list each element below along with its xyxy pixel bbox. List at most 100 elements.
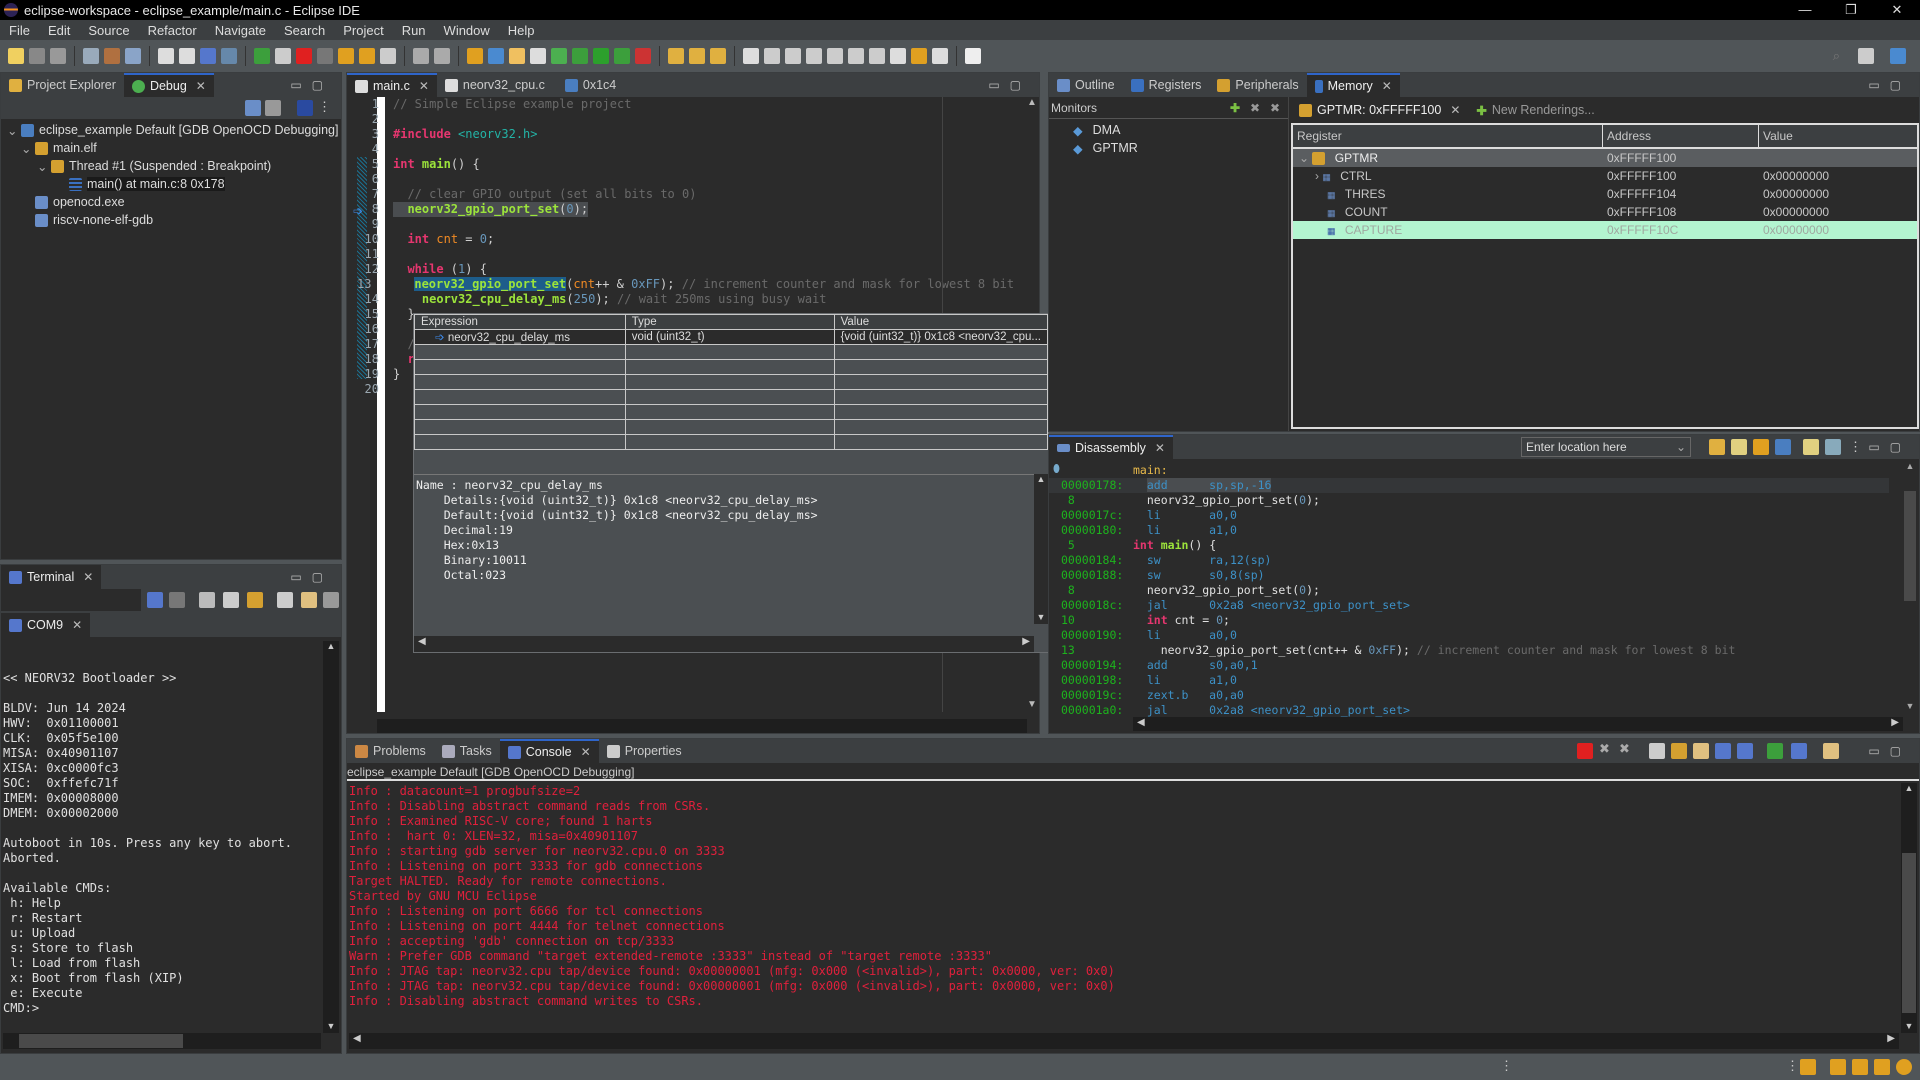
code-line[interactable]: 11	[357, 247, 917, 262]
monitor-item-dma[interactable]: ◆ DMA	[1049, 121, 1288, 139]
disassembly-vscrollbar[interactable]: ▲ ▼	[1903, 461, 1917, 713]
show-whitespace-icon[interactable]	[827, 48, 843, 64]
back-icon[interactable]	[890, 48, 906, 64]
menu-search[interactable]: Search	[275, 23, 334, 38]
view-min-max-icons[interactable]: ▭▢	[1868, 78, 1911, 92]
open-type-icon[interactable]	[668, 48, 684, 64]
disassembly-listing[interactable]: main: 00000178: add sp,sp,-16 8 neorv32_g…	[1049, 463, 1889, 718]
clear-console-icon[interactable]	[1649, 743, 1665, 759]
table-row[interactable]: ➩ neorv32_cpu_delay_ms void (uint32_t) {…	[414, 329, 1049, 345]
step-filter-icon[interactable]	[297, 100, 313, 116]
pen-icon[interactable]	[1874, 1059, 1890, 1075]
reset-icon[interactable]	[467, 48, 483, 64]
disassembly-line[interactable]: 00000178: add sp,sp,-16	[1049, 478, 1889, 493]
tab-problems[interactable]: Problems	[347, 739, 434, 763]
code-line[interactable]: 2	[357, 112, 917, 127]
close-icon[interactable]: ✕	[419, 79, 429, 93]
terminal-launch-icon[interactable]	[965, 48, 981, 64]
close-icon[interactable]: ✕	[83, 570, 93, 584]
tab-neorv32-cpu-c[interactable]: neorv32_cpu.c	[437, 73, 557, 97]
progress-icon[interactable]	[1896, 1059, 1912, 1075]
next-annotation-icon[interactable]	[848, 48, 864, 64]
register-row-count[interactable]: ▦ COUNT 0xFFFFF108 0x00000000	[1293, 203, 1917, 221]
code-line[interactable]: 9	[357, 217, 917, 232]
pen-icon[interactable]	[743, 48, 759, 64]
word-wrap-icon[interactable]	[1693, 743, 1709, 759]
copy-icon[interactable]	[277, 592, 293, 608]
tree-item-thread[interactable]: ⌄ Thread #1 (Suspended : Breakpoint)	[1, 157, 341, 175]
coverage-icon[interactable]	[635, 48, 651, 64]
view-min-max-icons[interactable]: ▭▢	[1868, 440, 1911, 454]
new-c-file-icon[interactable]	[530, 48, 546, 64]
column-address[interactable]: Address	[1603, 125, 1759, 147]
external-tools-icon[interactable]	[614, 48, 630, 64]
close-icon[interactable]: ✕	[72, 618, 82, 632]
tab-disassembly[interactable]: Disassembly ✕	[1049, 435, 1173, 459]
column-value[interactable]: Value	[1759, 129, 1793, 143]
disassembly-line[interactable]: main:	[1049, 463, 1889, 478]
tab-properties[interactable]: Properties	[599, 739, 690, 763]
view-min-max-icons[interactable]: ▭▢	[290, 570, 333, 584]
details-hscrollbar[interactable]: ◀ ▶	[414, 636, 1034, 652]
add-monitor-icon[interactable]: ✚	[1230, 101, 1240, 115]
home-icon[interactable]	[1731, 439, 1747, 455]
step-return-icon[interactable]	[380, 48, 396, 64]
show-source-icon[interactable]	[1775, 439, 1791, 455]
code-line[interactable]: 8 neorv32_gpio_port_set(0);	[357, 202, 917, 217]
console-output[interactable]: Info : datacount=1 progbufsize=2 Info : D…	[349, 784, 1889, 1009]
show-on-output-icon[interactable]	[1715, 743, 1731, 759]
disassembly-line[interactable]: 00000194: add s0,a0,1	[1049, 658, 1889, 673]
chevron-right-icon[interactable]: ›	[1315, 169, 1319, 183]
build-hammer-icon[interactable]	[104, 48, 120, 64]
code-line[interactable]: 7 // clear GPIO output (set all bits to …	[357, 187, 917, 202]
tab-peripherals[interactable]: Peripherals	[1209, 73, 1306, 97]
paste-icon[interactable]	[301, 592, 317, 608]
remove-all-monitors-icon[interactable]: ✖	[1270, 101, 1280, 115]
debug-perspective-icon[interactable]	[1890, 48, 1906, 64]
tree-item-gdb[interactable]: riscv-none-elf-gdb	[1, 211, 341, 229]
remove-all-terminated-icon[interactable]: ✖	[1619, 741, 1630, 757]
menu-navigate[interactable]: Navigate	[206, 23, 275, 38]
menu-source[interactable]: Source	[79, 23, 138, 38]
code-line[interactable]: 10 int cnt = 0;	[357, 232, 917, 247]
scroll-lock-icon[interactable]	[247, 592, 263, 608]
menu-refactor[interactable]: Refactor	[139, 23, 206, 38]
disassembly-line[interactable]: 0000018c: jal 0x2a8 <neorv32_gpio_port_s…	[1049, 598, 1889, 613]
disassembly-line[interactable]: 13 neorv32_gpio_port_set(cnt++ & 0xFF); …	[1049, 643, 1889, 658]
open-perspective-icon[interactable]	[1858, 48, 1874, 64]
column-expression[interactable]: Expression	[414, 314, 626, 330]
select-all-icon[interactable]	[199, 592, 215, 608]
disassembly-line[interactable]: 5 int main() {	[1049, 538, 1889, 553]
disassembly-line[interactable]: 00000184: sw ra,12(sp)	[1049, 553, 1889, 568]
step-over-icon[interactable]	[359, 48, 375, 64]
code-line[interactable]: 1 // Simple Eclipse example project	[357, 97, 917, 112]
menu-run[interactable]: Run	[393, 23, 435, 38]
terminal-icon[interactable]	[200, 48, 216, 64]
scroll-lock-icon[interactable]	[1671, 743, 1687, 759]
minimize-button[interactable]: —	[1782, 0, 1828, 20]
tree-item-openocd[interactable]: openocd.exe	[1, 193, 341, 211]
terminal-hscrollbar[interactable]	[3, 1033, 321, 1049]
drop-to-frame-icon[interactable]	[434, 48, 450, 64]
disassembly-hscrollbar[interactable]: ◀ ▶	[1133, 717, 1903, 731]
code-line[interactable]: 14 neorv32_cpu_delay_ms(250); // wait 25…	[357, 292, 917, 307]
disassembly-line[interactable]: 00000188: sw s0,8(sp)	[1049, 568, 1889, 583]
menu-help[interactable]: Help	[499, 23, 544, 38]
save-icon[interactable]	[29, 48, 45, 64]
code-line[interactable]: 12 while (1) {	[357, 262, 917, 277]
tab-com9[interactable]: COM9 ✕	[1, 613, 91, 637]
undo-icon[interactable]	[158, 48, 174, 64]
menu-edit[interactable]: Edit	[39, 23, 79, 38]
code-line[interactable]: 5 int main() {	[357, 157, 917, 172]
pin-icon[interactable]	[1825, 439, 1841, 455]
scroll-thumb[interactable]	[1902, 853, 1916, 1013]
chevron-down-icon[interactable]: ⌄	[1676, 440, 1686, 454]
disconnect-icon[interactable]	[317, 48, 333, 64]
terminate-icon[interactable]	[296, 48, 312, 64]
clear-terminal-icon[interactable]	[223, 592, 239, 608]
close-icon[interactable]: ✕	[581, 745, 591, 759]
view-min-max-icons[interactable]: ▭▢	[988, 78, 1031, 92]
redo-icon[interactable]	[179, 48, 195, 64]
terminal-settings-icon[interactable]	[323, 592, 339, 608]
disassembly-line[interactable]: 00000198: li a1,0	[1049, 673, 1889, 688]
